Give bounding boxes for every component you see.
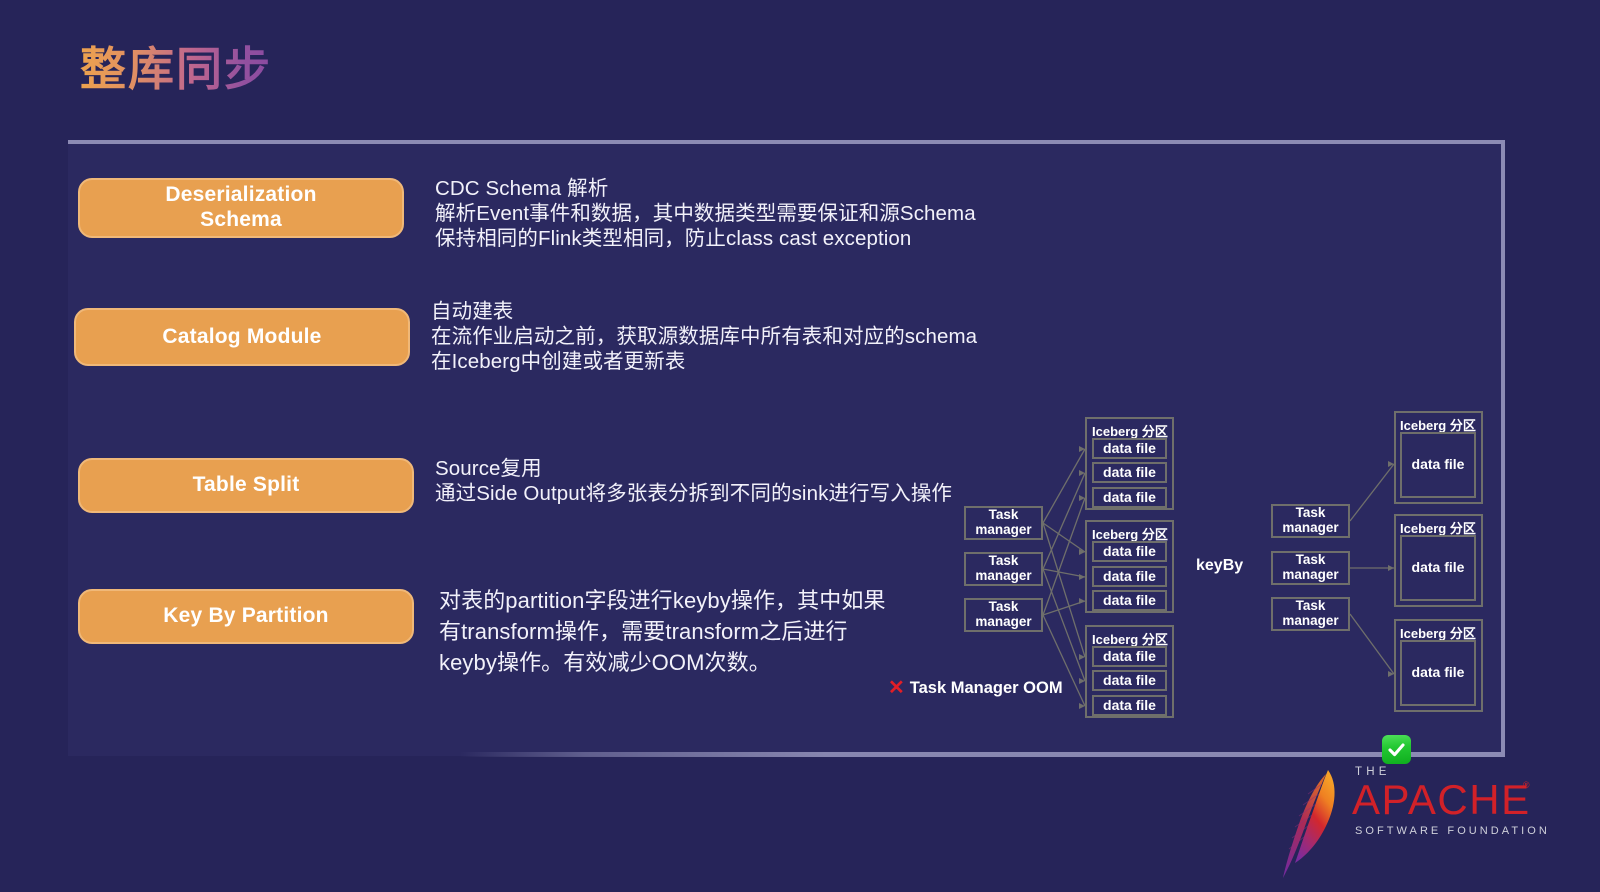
apache-software-foundation-logo: THE APACHE ® SOFTWARE FOUNDATION	[1268, 762, 1547, 882]
left-task-manager-1[interactable]: Task manager	[964, 506, 1043, 540]
success-check-icon	[1382, 735, 1411, 764]
page-title: 整库同步	[80, 43, 272, 95]
left-p2-data-file-1: data file	[1092, 541, 1167, 562]
left-p2-data-file-2: data file	[1092, 566, 1167, 587]
feature-chip-deserialization[interactable]: Deserialization Schema	[78, 178, 404, 238]
feature-row-catalog-module: Catalog Module 自动建表 在流作业启动之前，获取源数据库中所有表和…	[74, 300, 977, 374]
feature-desc-catalog-module: 自动建表 在流作业启动之前，获取源数据库中所有表和对应的schema 在Iceb…	[431, 300, 978, 373]
logo-apache-label: APACHE	[1352, 776, 1531, 823]
keyby-label: keyBy	[1196, 557, 1244, 574]
right-task-manager-3[interactable]: Task manager	[1271, 597, 1350, 631]
feature-row-key-by-partition: Key By Partition 对表的partition字段进行keyby操作…	[78, 588, 886, 678]
feature-desc-table-split: Source复用 通过Side Output将多张表分拆到不同的sink进行写入…	[435, 457, 953, 505]
feature-row-table-split: Table Split Source复用 通过Side Output将多张表分拆…	[78, 457, 953, 513]
left-p3-data-file-2: data file	[1092, 670, 1167, 691]
logo-apache-text: APACHE ®	[1352, 779, 1529, 821]
left-p2-data-file-3: data file	[1092, 590, 1167, 611]
left-p3-data-file-1: data file	[1092, 646, 1167, 667]
apache-wordmark: THE APACHE ® SOFTWARE FOUNDATION	[1352, 766, 1550, 837]
feature-chip-catalog-module[interactable]: Catalog Module	[74, 308, 410, 366]
left-task-manager-2[interactable]: Task manager	[964, 552, 1043, 586]
left-p1-data-file-3: data file	[1092, 487, 1167, 508]
feature-chip-table-split[interactable]: Table Split	[78, 458, 414, 513]
error-cross-icon: ✕	[888, 677, 905, 699]
oom-annotation-text: Task Manager OOM	[909, 678, 1063, 697]
feature-chip-key-by-partition[interactable]: Key By Partition	[78, 589, 414, 644]
left-p1-data-file-1: data file	[1092, 438, 1167, 459]
feature-desc-key-by-partition: 对表的partition字段进行keyby操作，其中如果 有transform操…	[439, 588, 886, 675]
right-task-manager-1[interactable]: Task manager	[1271, 504, 1350, 538]
panel-border-bottom	[460, 752, 1505, 757]
left-task-manager-3[interactable]: Task manager	[964, 598, 1043, 632]
left-p1-data-file-2: data file	[1092, 462, 1167, 483]
logo-foundation-text: SOFTWARE FOUNDATION	[1355, 825, 1550, 837]
left-p3-data-file-3: data file	[1092, 695, 1167, 716]
right-p3-data-file-1: data file	[1400, 640, 1476, 706]
panel-border-top	[68, 140, 1505, 144]
panel-border-right	[1501, 140, 1505, 756]
feature-desc-deserialization: CDC Schema 解析 解析Event事件和数据，其中数据类型需要保证和源S…	[435, 177, 976, 250]
oom-annotation: ✕ Task Manager OOM	[888, 678, 1063, 698]
right-task-manager-2[interactable]: Task manager	[1271, 551, 1350, 585]
right-p2-data-file-1: data file	[1400, 535, 1476, 601]
feature-row-deserialization: Deserialization Schema CDC Schema 解析 解析E…	[78, 177, 976, 251]
logo-registered-mark: ®	[1522, 780, 1531, 790]
right-p1-data-file-1: data file	[1400, 432, 1476, 498]
apache-feather-icon	[1283, 770, 1335, 878]
